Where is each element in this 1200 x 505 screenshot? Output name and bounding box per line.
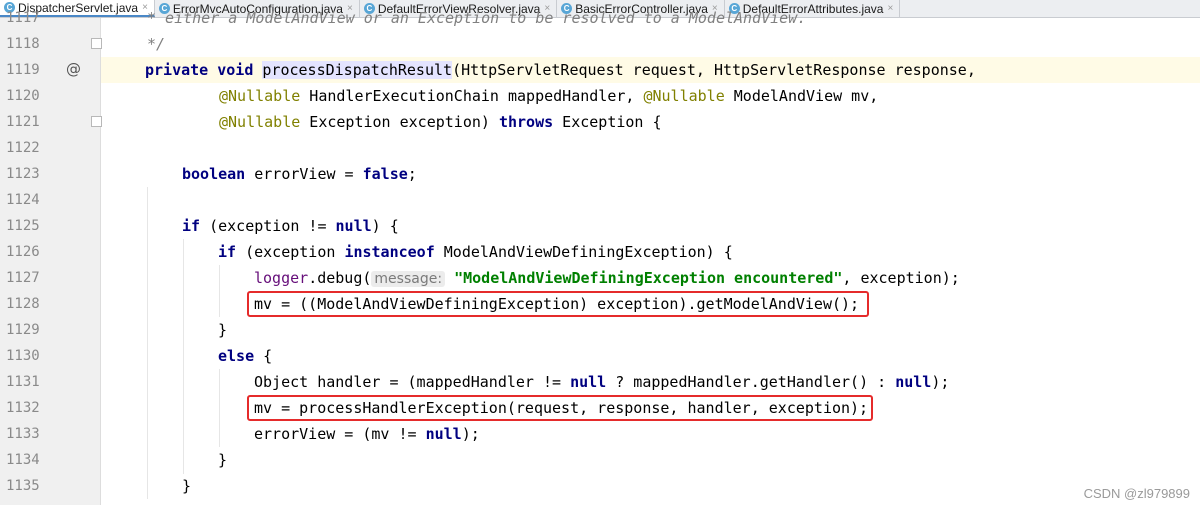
line-number: 1123: [6, 166, 40, 182]
line-number: 1135: [6, 478, 40, 494]
method-name-processdispatchresult[interactable]: processDispatchResult: [262, 61, 453, 79]
line-number: 1132: [6, 400, 40, 416]
code-line-1134: }: [218, 451, 228, 469]
line-number: 1127: [6, 270, 40, 286]
line-number: 1126: [6, 244, 40, 260]
line-number-gutter[interactable]: 1117 1118 1119 1120 1121 1122 1123 1124 …: [0, 10, 102, 505]
indent-guide: [219, 265, 220, 317]
line-number: 1130: [6, 348, 40, 364]
code-line-1125: if (exception != null) {: [182, 217, 399, 235]
line-number: 1119: [6, 62, 40, 78]
code-editor[interactable]: * either a ModelAndView or an Exception …: [101, 9, 1200, 505]
code-line-1133: errorView = (mv != null);: [254, 425, 480, 443]
code-line-1118: */: [147, 35, 166, 53]
indent-guide: [183, 239, 184, 474]
parameter-hint: message:: [371, 271, 446, 287]
line-number: 1118: [6, 36, 40, 52]
line-number: 1128: [6, 296, 40, 312]
code-line-1120: @Nullable HandlerExecutionChain mappedHa…: [219, 87, 879, 105]
line-number: 1124: [6, 192, 40, 208]
code-line-1129: }: [218, 321, 228, 339]
code-line-1119: private void processDispatchResult(HttpS…: [145, 61, 976, 79]
code-line-1130: else {: [218, 347, 273, 365]
code-line-1117: * either a ModelAndView or an Exception …: [147, 9, 807, 27]
indent-guide: [219, 369, 220, 447]
line-number: 1134: [6, 452, 40, 468]
code-line-1123: boolean errorView = false;: [182, 165, 417, 183]
code-line-1131: Object handler = (mappedHandler != null …: [254, 373, 950, 391]
line-number: 1133: [6, 426, 40, 442]
watermark: CSDN @zl979899: [1083, 486, 1190, 501]
line-number: 1117: [6, 10, 40, 26]
code-line-1126: if (exception instanceof ModelAndViewDef…: [218, 243, 733, 261]
code-line-1135: }: [182, 477, 192, 495]
line-number: 1120: [6, 88, 40, 104]
code-line-1127: logger.debug(message: "ModelAndViewDefin…: [254, 269, 960, 287]
code-line-1121: @Nullable Exception exception) throws Ex…: [219, 113, 662, 131]
line-number: 1122: [6, 140, 40, 156]
line-number: 1131: [6, 374, 40, 390]
override-annotation-icon[interactable]: @: [66, 60, 81, 78]
close-icon[interactable]: ×: [887, 3, 893, 14]
highlight-box: [247, 291, 869, 317]
line-number: 1125: [6, 218, 40, 234]
highlight-box: [247, 395, 873, 421]
indent-guide: [147, 187, 148, 499]
line-number: 1121: [6, 114, 40, 130]
line-number: 1129: [6, 322, 40, 338]
